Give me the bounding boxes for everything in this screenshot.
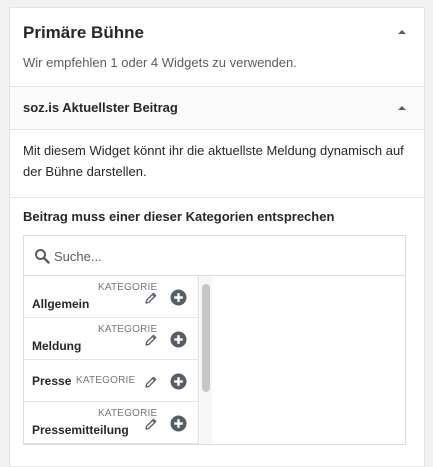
arrow-up-icon[interactable] (395, 101, 409, 115)
list-item[interactable]: KATEGORIE Allgemein (24, 276, 198, 318)
scrollbar-thumb[interactable] (202, 284, 210, 392)
scrollbar[interactable] (200, 276, 212, 444)
plus-circle-icon[interactable] (170, 415, 187, 432)
pencil-icon[interactable] (144, 417, 158, 431)
sidebar-panel: Primäre Bühne Wir empfehlen 1 oder 4 Wid… (9, 7, 425, 467)
search-input[interactable] (54, 243, 394, 269)
widget-area-header[interactable]: Primäre Bühne Wir empfehlen 1 oder 4 Wid… (10, 8, 424, 87)
search-icon (35, 249, 50, 264)
plus-circle-icon[interactable] (170, 331, 187, 348)
list-item[interactable]: KATEGORIE Pressemitteilung (24, 402, 198, 444)
divider (10, 197, 424, 198)
widget-area-description: Wir empfehlen 1 oder 4 Widgets zu verwen… (23, 55, 297, 70)
choice-name: Allgemein (32, 297, 90, 311)
arrow-up-icon[interactable] (395, 25, 409, 39)
plus-circle-icon[interactable] (170, 289, 187, 306)
plus-circle-icon[interactable] (170, 373, 187, 390)
pencil-icon[interactable] (144, 291, 158, 305)
choice-kind: KATEGORIE (76, 375, 136, 386)
widget-title: soz.is Aktuellster Beitrag (23, 100, 178, 115)
list-item[interactable]: KATEGORIE Meldung (24, 318, 198, 360)
selected-values-pane (213, 276, 405, 444)
choice-name: Pressemitteilung (32, 423, 129, 437)
pencil-icon[interactable] (144, 333, 158, 347)
category-selector: KATEGORIE Allgemein KATEGORIE Meldung (23, 235, 406, 445)
choices-list: KATEGORIE Allgemein KATEGORIE Meldung Pr… (24, 276, 199, 444)
category-field-label: Beitrag muss einer dieser Kategorien ent… (23, 209, 335, 224)
choice-name: Presse (32, 374, 72, 388)
widget-description: Mit diesem Widget könnt ihr die aktuells… (23, 143, 404, 179)
widget-header[interactable]: soz.is Aktuellster Beitrag (10, 87, 424, 130)
choice-name: Meldung (32, 339, 82, 353)
widget-area-title: Primäre Bühne (23, 23, 144, 42)
pencil-icon[interactable] (144, 375, 158, 389)
list-item[interactable]: Presse KATEGORIE (24, 360, 198, 402)
search-box (24, 236, 405, 276)
